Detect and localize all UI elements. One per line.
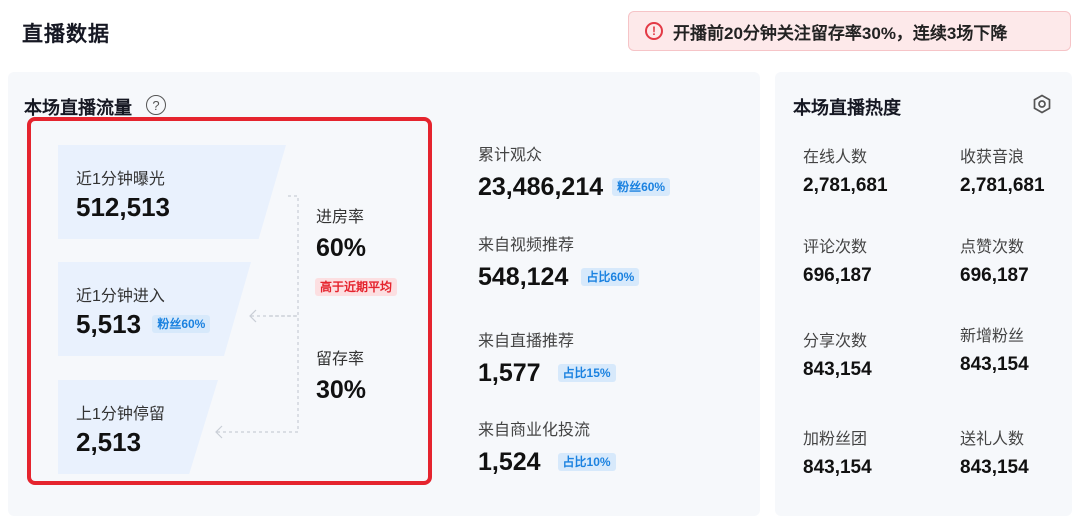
settings-hex-icon[interactable] — [1032, 94, 1052, 114]
metric-label: 分享次数 — [803, 333, 868, 350]
alert-text: 开播前20分钟关注留存率30%，连续3场下降 — [673, 23, 1008, 43]
video-recommend-row: 548,124 占比60% — [478, 263, 640, 292]
metric-label: 新增粉丝 — [960, 328, 1025, 345]
share-ratio-badge: 占比10% — [557, 453, 616, 471]
metric-label: 评论次数 — [803, 239, 868, 256]
metric-label: 在线人数 — [803, 149, 868, 166]
question-circle-icon[interactable]: ? — [146, 95, 166, 115]
metric-value: 843,154 — [960, 457, 1029, 478]
total-viewers-row: 23,486,214 粉丝60% — [478, 173, 671, 202]
video-recommend-value: 548,124 — [478, 263, 569, 291]
share-ratio-badge: 占比15% — [557, 364, 616, 382]
metric-value: 2,781,681 — [960, 175, 1045, 196]
metric-value: 843,154 — [803, 457, 872, 478]
total-viewers-label: 累计观众 — [478, 147, 543, 164]
alert-banner[interactable]: ! 开播前20分钟关注留存率30%，连续3场下降 — [628, 11, 1071, 51]
total-viewers-value: 23,486,214 — [478, 173, 604, 201]
metric-value: 696,187 — [960, 265, 1029, 286]
metric-value: 843,154 — [960, 354, 1029, 375]
highlight-box — [27, 117, 432, 485]
paid-promotion-row: 1,524 占比10% — [478, 448, 616, 477]
metric-label: 送礼人数 — [960, 431, 1025, 448]
paid-promotion-label: 来自商业化投流 — [478, 422, 591, 439]
live-recommend-row: 1,577 占比15% — [478, 359, 616, 388]
paid-promotion-value: 1,524 — [478, 448, 541, 476]
metric-value: 2,781,681 — [803, 175, 888, 196]
video-recommend-label: 来自视频推荐 — [478, 237, 575, 254]
live-recommend-label: 来自直播推荐 — [478, 333, 575, 350]
metric-label: 收获音浪 — [960, 149, 1025, 166]
heat-section-title: 本场直播热度 — [793, 98, 901, 118]
page-title: 直播数据 — [22, 23, 110, 46]
metric-label: 加粉丝团 — [803, 431, 868, 448]
metric-label: 点赞次数 — [960, 239, 1025, 256]
live-recommend-value: 1,577 — [478, 359, 541, 387]
fans-ratio-badge: 粉丝60% — [612, 178, 671, 196]
heat-panel — [775, 72, 1072, 516]
metric-value: 696,187 — [803, 265, 872, 286]
share-ratio-badge: 占比60% — [581, 268, 640, 286]
alert-circle-icon: ! — [645, 22, 663, 40]
metric-value: 843,154 — [803, 359, 872, 380]
